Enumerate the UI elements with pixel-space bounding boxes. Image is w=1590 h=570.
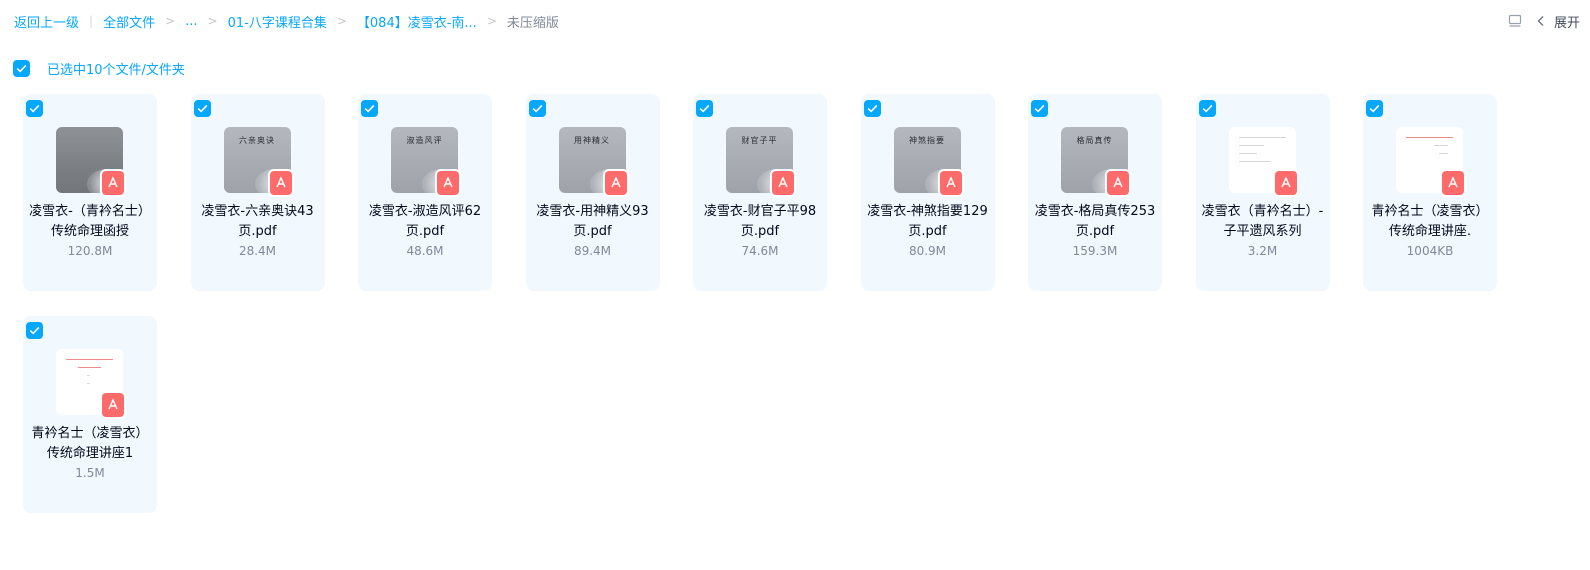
pdf-icon [437,171,459,195]
thumbnail-title: 用神精义 [574,136,610,145]
file-card[interactable]: 格局真传 凌雪衣-格局真传253页.pdf 159.3M [1028,94,1162,291]
pdf-icon [604,171,627,195]
file-checkbox[interactable] [863,100,881,117]
file-name: 凌雪衣-财官子平98页.pdf [703,204,817,239]
breadcrumb-separator: > [336,14,347,28]
pdf-icon [102,171,124,195]
thumbnail-text-lines [1238,137,1286,169]
file-name: 凌雪衣（青衿名士）-子平遗风系列 [1201,204,1324,239]
file-size: 1.5M [75,466,105,480]
breadcrumb-all-files[interactable]: 全部文件 [103,12,155,31]
check-icon [29,104,40,113]
file-card[interactable]: 六亲奥诀 凌雪衣-六亲奥诀43页.pdf 28.4M [190,94,325,291]
file-name: 凌雪衣-神煞指要129页.pdf [867,204,988,239]
file-card[interactable]: 财官子平 凌雪衣-财官子平98页.pdf 74.6M [693,94,827,291]
file-size: 74.6M [741,244,779,258]
breadcrumb-folder-bazi[interactable]: 01-八字课程合集 [228,12,327,31]
breadcrumb-current: 未压缩版 [506,15,559,31]
selection-count: 已选中10个文件/文件夹 [47,62,185,78]
file-checkbox[interactable] [26,322,43,339]
chevron-left-icon [1537,16,1544,26]
pdf-icon [1442,171,1464,195]
file-size: 1004KB [1406,244,1454,258]
file-browser: 返回上一级 | 全部文件 > ... > 01-八字课程合集 > 【084】凌雪… [0,0,1590,570]
file-card[interactable]: 淑造风评 凌雪衣-淑造风评62页.pdf 48.6M [358,94,492,291]
thumbnail-title: 淑造风评 [406,136,443,145]
file-card[interactable]: 凌雪衣（青衿名士）-子平遗风系列 3.2M [1195,94,1330,291]
check-icon [1202,104,1212,113]
file-checkbox[interactable] [528,100,546,117]
pdf-icon [1274,171,1297,195]
check-icon [197,104,207,113]
breadcrumb-folder-084[interactable]: 【084】凌雪衣-南... [357,12,477,31]
file-name: 凌雪衣-用神精义93页.pdf [536,204,649,239]
file-size: 159.3M [1072,244,1118,258]
breadcrumb-separator: > [165,14,176,28]
select-all-bar: 已选中10个文件/文件夹 [13,59,185,78]
file-checkbox[interactable] [361,100,378,117]
file-checkbox[interactable] [1198,100,1216,117]
file-size: 48.6M [406,244,444,258]
breadcrumb-separator: > [486,14,497,28]
file-size: 28.4M [238,244,277,258]
pdf-icon [772,171,794,195]
file-checkbox[interactable] [1031,100,1048,117]
pdf-icon [102,393,124,417]
breadcrumb-divider: | [89,14,94,28]
file-name: 凌雪衣-淑造风评62页.pdf [368,204,482,239]
pdf-icon [939,171,962,195]
thumbnail-title: 财官子平 [741,136,778,145]
thumbnail-title: 六亲奥诀 [239,136,275,145]
check-icon [364,104,375,113]
file-size: 120.8M [67,244,113,258]
check-icon [1369,104,1380,113]
back-link[interactable]: 返回上一级 [14,12,79,31]
expand-button[interactable]: 展开 [1536,12,1580,31]
check-icon [1034,104,1045,113]
top-right-controls: 展开 [1508,10,1580,32]
thumbnail-text-lines [66,359,113,391]
file-checkbox[interactable] [1366,100,1383,117]
file-card[interactable]: 青衿名士（凌雪衣）传统命理讲座1 1.5M [23,316,157,513]
select-all-checkbox[interactable] [13,59,30,77]
file-card[interactable]: 凌雪衣-（青衿名士）传统命理函授 120.8M [23,94,157,291]
file-name: 青衿名士（凌雪衣）传统命理讲座1 [31,426,149,461]
check-icon [532,104,542,113]
file-name: 凌雪衣-格局真传253页.pdf [1034,204,1156,239]
view-toggle-icon[interactable] [1508,14,1522,28]
check-icon [16,64,27,73]
file-name: 凌雪衣-六亲奥诀43页.pdf [201,204,314,239]
file-name: 青衿名士（凌雪衣）传统命理讲座. [1371,204,1489,239]
file-checkbox[interactable] [193,100,211,117]
file-checkbox[interactable] [696,100,713,117]
check-icon [699,104,710,113]
check-icon [867,104,877,113]
file-size: 3.2M [1247,244,1278,258]
file-size: 89.4M [573,244,612,258]
file-card[interactable]: 神煞指要 凌雪衣-神煞指要129页.pdf 80.9M [860,94,995,291]
file-size: 80.9M [908,244,947,258]
file-card[interactable]: 青衿名士（凌雪衣）传统命理讲座. 1004KB [1363,94,1497,291]
breadcrumb: 返回上一级 | 全部文件 > ... > 01-八字课程合集 > 【084】凌雪… [14,10,559,32]
pdf-icon [269,171,292,195]
pdf-icon [1107,171,1129,195]
expand-label: 展开 [1553,15,1580,31]
file-name: 凌雪衣-（青衿名士）传统命理函授 [29,204,151,239]
breadcrumb-ellipsis[interactable]: ... [185,14,197,29]
thumbnail-title: 格局真传 [1076,136,1113,145]
file-checkbox[interactable] [26,100,43,117]
file-card[interactable]: 用神精义 凌雪衣-用神精义93页.pdf 89.4M [525,94,660,291]
breadcrumb-separator: > [207,14,218,28]
thumbnail-text-lines [1406,137,1453,161]
file-grid: 凌雪衣-（青衿名士）传统命理函授 120.8M 六亲奥诀 凌雪衣-六亲奥诀43页… [23,94,1563,513]
thumbnail-title: 神煞指要 [909,136,945,145]
check-icon [29,326,40,335]
